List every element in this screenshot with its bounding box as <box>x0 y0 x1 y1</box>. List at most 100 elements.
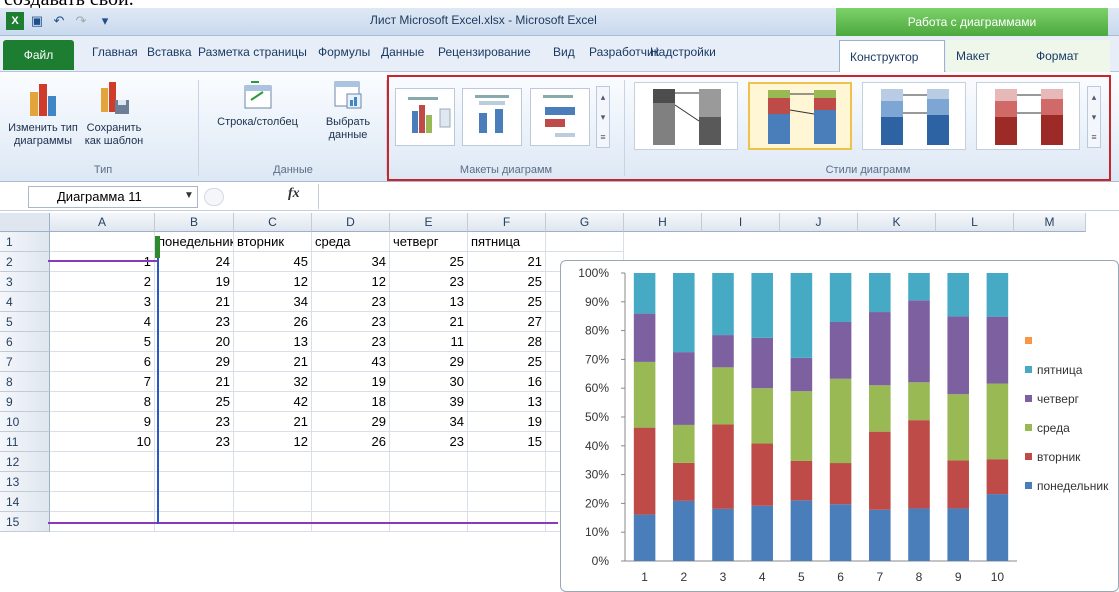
row-header-14[interactable]: 14 <box>0 492 50 512</box>
cell[interactable]: 32 <box>234 372 312 392</box>
cell[interactable]: 25 <box>390 252 468 272</box>
change-chart-type-button[interactable]: Изменить тип диаграммы <box>8 78 78 148</box>
cell[interactable] <box>50 452 155 472</box>
cell[interactable]: 34 <box>390 412 468 432</box>
cell[interactable]: 24 <box>155 252 234 272</box>
column-header-G[interactable]: G <box>546 213 624 232</box>
column-header-B[interactable]: B <box>155 213 234 232</box>
row-header-6[interactable]: 6 <box>0 332 50 352</box>
cell[interactable]: 12 <box>234 272 312 292</box>
cell[interactable]: 13 <box>468 392 546 412</box>
tab-5[interactable]: Данные <box>381 45 424 59</box>
tab-konstruktor[interactable]: Конструктор <box>839 40 945 72</box>
cell[interactable] <box>468 452 546 472</box>
cell[interactable] <box>50 492 155 512</box>
tab-7[interactable]: Вид <box>553 45 575 59</box>
cell[interactable]: 23 <box>155 312 234 332</box>
cell[interactable] <box>50 232 155 252</box>
cell[interactable]: 28 <box>468 332 546 352</box>
name-box[interactable]: Диаграмма 11 <box>28 186 198 208</box>
cell[interactable] <box>546 232 624 252</box>
cell[interactable] <box>312 492 390 512</box>
column-header-J[interactable]: J <box>780 213 858 232</box>
cell[interactable]: 10 <box>50 432 155 452</box>
cell[interactable]: 20 <box>155 332 234 352</box>
name-box-dropdown-icon[interactable]: ▼ <box>184 190 194 201</box>
column-header-H[interactable]: H <box>624 213 702 232</box>
cell[interactable]: 15 <box>468 432 546 452</box>
select-all-corner[interactable] <box>0 213 50 232</box>
cell[interactable]: 29 <box>155 352 234 372</box>
cell[interactable] <box>50 472 155 492</box>
tab-4[interactable]: Формулы <box>318 45 370 59</box>
row-header-4[interactable]: 4 <box>0 292 50 312</box>
tab-9[interactable]: Надстройки <box>650 45 716 59</box>
cell[interactable]: 13 <box>234 332 312 352</box>
cell[interactable]: 21 <box>155 292 234 312</box>
switch-row-column-button[interactable]: Строка/столбец <box>205 78 310 129</box>
row-header-11[interactable]: 11 <box>0 432 50 452</box>
cell[interactable] <box>390 452 468 472</box>
cell[interactable]: 21 <box>390 312 468 332</box>
row-header-12[interactable]: 12 <box>0 452 50 472</box>
cell[interactable]: 25 <box>155 392 234 412</box>
cell[interactable]: среда <box>312 232 390 252</box>
save-as-template-button[interactable]: Сохранить как шаблон <box>78 78 150 148</box>
cell[interactable]: 19 <box>468 412 546 432</box>
tab-3[interactable]: Разметка страницы <box>198 45 307 59</box>
cell[interactable]: 16 <box>468 372 546 392</box>
cell[interactable]: 27 <box>468 312 546 332</box>
column-header-E[interactable]: E <box>390 213 468 232</box>
cell[interactable]: пятница <box>468 232 546 252</box>
column-header-A[interactable]: A <box>50 213 155 232</box>
row-header-9[interactable]: 9 <box>0 392 50 412</box>
tab-8[interactable]: Разработчик <box>589 45 659 59</box>
column-header-L[interactable]: L <box>936 213 1014 232</box>
cell[interactable]: 4 <box>50 312 155 332</box>
insert-function-icon[interactable]: fx <box>288 186 300 202</box>
cell[interactable] <box>468 472 546 492</box>
tab-maket[interactable]: Макет <box>946 40 1026 72</box>
cell[interactable] <box>155 492 234 512</box>
cell[interactable] <box>234 452 312 472</box>
tab-2[interactable]: Вставка <box>147 45 192 59</box>
cell[interactable]: 23 <box>312 312 390 332</box>
cell[interactable]: 2 <box>50 272 155 292</box>
tab-1[interactable]: Главная <box>92 45 138 59</box>
row-header-15[interactable]: 15 <box>0 512 50 532</box>
excel-logo-icon[interactable]: X <box>6 12 24 30</box>
cell[interactable]: 3 <box>50 292 155 312</box>
cell[interactable]: 12 <box>312 272 390 292</box>
cell[interactable] <box>312 472 390 492</box>
cell[interactable]: 43 <box>312 352 390 372</box>
cell[interactable] <box>234 472 312 492</box>
undo-icon[interactable]: ↶ <box>50 12 68 30</box>
cell[interactable]: 5 <box>50 332 155 352</box>
cell[interactable]: 21 <box>234 352 312 372</box>
cell[interactable]: 23 <box>155 432 234 452</box>
cell[interactable]: 45 <box>234 252 312 272</box>
cell[interactable]: 23 <box>312 292 390 312</box>
row-header-2[interactable]: 2 <box>0 252 50 272</box>
column-header-M[interactable]: M <box>1014 213 1086 232</box>
cell[interactable]: 19 <box>155 272 234 292</box>
formula-cancel-icon[interactable] <box>204 188 224 206</box>
cell[interactable]: 21 <box>155 372 234 392</box>
row-header-8[interactable]: 8 <box>0 372 50 392</box>
cell[interactable]: понедельник <box>155 232 234 252</box>
redo-icon[interactable]: ↷ <box>72 12 90 30</box>
cell[interactable]: 8 <box>50 392 155 412</box>
cell[interactable]: 23 <box>312 332 390 352</box>
row-header-10[interactable]: 10 <box>0 412 50 432</box>
cell[interactable]: 19 <box>312 372 390 392</box>
cell[interactable]: 11 <box>390 332 468 352</box>
cell[interactable]: 9 <box>50 412 155 432</box>
column-header-C[interactable]: C <box>234 213 312 232</box>
cell[interactable]: 39 <box>390 392 468 412</box>
cell[interactable]: 21 <box>234 412 312 432</box>
save-icon[interactable]: ▣ <box>28 12 46 30</box>
cell[interactable] <box>234 492 312 512</box>
cell[interactable]: 21 <box>468 252 546 272</box>
column-header-I[interactable]: I <box>702 213 780 232</box>
cell[interactable]: 34 <box>234 292 312 312</box>
